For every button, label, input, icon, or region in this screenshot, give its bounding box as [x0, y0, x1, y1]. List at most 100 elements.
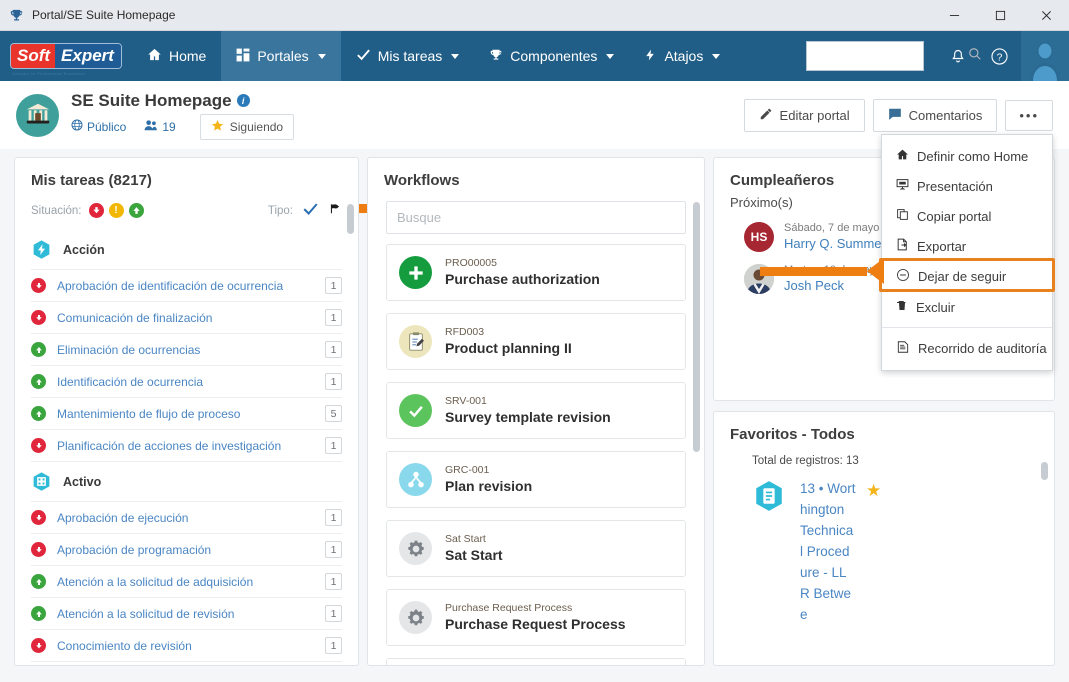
task-count: 1	[325, 637, 342, 654]
edit-portal-button[interactable]: Editar portal	[743, 98, 865, 132]
nav-item-portales[interactable]: Portales	[221, 31, 341, 81]
list-item[interactable]: PRO00005 Purchase authorization	[386, 244, 686, 301]
chevron-down-icon	[712, 53, 721, 59]
pencil-icon	[759, 107, 773, 124]
list-item[interactable]: REQ-001 Requeriment revision	[386, 658, 686, 665]
task-filters: Situación: ! Tipo:	[15, 195, 358, 230]
clipboard-pencil-icon	[399, 325, 432, 358]
workflow-search-input[interactable]	[397, 210, 675, 225]
menu-item-label: Exportar	[917, 238, 967, 254]
star-icon	[211, 119, 224, 135]
task-list: Acción Aprobación de identificación de o…	[15, 230, 358, 665]
help-icon[interactable]: ?	[978, 47, 1021, 66]
window-controls	[931, 0, 1069, 31]
menu-item-copiar-portal[interactable]: Copiar portal	[882, 201, 1052, 231]
workflow-name: Purchase authorization	[445, 270, 600, 287]
chevron-down-icon	[451, 53, 460, 59]
minimize-button[interactable]	[931, 0, 977, 31]
arrow-up-green-icon	[31, 574, 46, 589]
nav-item-atajos[interactable]: Atajos	[629, 31, 735, 81]
network-blue-icon	[399, 463, 432, 496]
task-label: Eliminación de ocurrencias	[57, 342, 201, 357]
following-label: Siguiendo	[229, 119, 284, 134]
table-row[interactable]: Atención a la solicitud de adquisición 1	[31, 565, 342, 597]
portal-members-count: 19	[162, 119, 176, 134]
list-item[interactable]: GRC-001 Plan revision	[386, 451, 686, 508]
flag-black-icon[interactable]	[328, 201, 342, 220]
menu-item-exportar[interactable]: Exportar	[882, 231, 1052, 261]
workflows-search-box[interactable]	[386, 201, 686, 234]
ellipsis-icon: •••	[1019, 107, 1039, 123]
close-button[interactable]	[1023, 0, 1069, 31]
gear-gray-icon	[399, 601, 432, 634]
info-icon[interactable]: i	[236, 94, 250, 107]
avatar	[744, 264, 774, 294]
table-row[interactable]: Atención a la solicitud de revisión 1	[31, 597, 342, 629]
task-count: 1	[325, 437, 342, 454]
list-item[interactable]: Purchase Request Process Purchase Reques…	[386, 589, 686, 646]
birthday-person-name[interactable]: Harry Q. Summers	[784, 236, 892, 252]
favoritos-scrollbar-thumb[interactable]	[1041, 462, 1048, 480]
list-item[interactable]: Sat Start Sat Start	[386, 520, 686, 577]
favorite-label[interactable]: 13 • Worthington Technical Procedure - L…	[800, 479, 856, 625]
menu-item-excluir[interactable]: Excluir	[882, 292, 1052, 322]
table-row[interactable]: Planificación de acciones de investigaci…	[31, 429, 342, 461]
nav-item-mis-tareas[interactable]: Mis tareas	[341, 31, 475, 81]
task-count: 1	[325, 341, 342, 358]
task-label: Atención a la solicitud de adquisición	[57, 574, 254, 589]
copy-icon	[896, 208, 909, 224]
menu-item-definir-como-home[interactable]: Definir como Home	[882, 141, 1052, 171]
check-green-icon	[399, 394, 432, 427]
arrow-up-green-icon	[31, 342, 46, 357]
table-row[interactable]: Identificación de ocurrencia 1	[31, 365, 342, 397]
user-avatar[interactable]	[1021, 31, 1069, 81]
tasks-scrollbar-thumb[interactable]	[347, 204, 354, 234]
task-group-label: Acción	[63, 242, 105, 257]
table-row[interactable]: Aprobación de programación 1	[31, 533, 342, 565]
workflow-id: Purchase Request Process	[445, 601, 573, 614]
portal-meta: Público 19 Siguiendo	[71, 113, 295, 140]
task-count: 1	[325, 573, 342, 590]
workflows-title: Workflows	[384, 172, 460, 189]
global-search-box[interactable]	[806, 41, 981, 71]
favoritos-total: Total de registros: 13	[752, 455, 859, 467]
arrow-up-green-icon[interactable]	[128, 203, 144, 218]
task-label: Identificación de ocurrencia	[57, 374, 204, 389]
trophy-icon	[9, 8, 24, 23]
table-row[interactable]: Aprobación de ejecución 1	[31, 501, 342, 533]
more-options-button[interactable]: •••	[1005, 99, 1053, 131]
nav-right-group: ?	[806, 31, 1069, 81]
portal-options-dropdown: Definir como Home Presentación Copiar po…	[879, 134, 1055, 371]
list-item[interactable]: 13 • Worthington Technical Procedure - L…	[714, 479, 1054, 625]
star-icon[interactable]: ★	[866, 482, 881, 499]
arrow-up-green-icon	[31, 406, 46, 421]
task-label: Planificación de acciones de investigaci…	[57, 438, 282, 453]
nav-item-componentes[interactable]: Componentes	[474, 31, 629, 81]
comments-button[interactable]: Comentarios	[872, 98, 998, 132]
menu-item-presentacion[interactable]: Presentación	[882, 171, 1052, 201]
nav-item-componentes-label: Componentes	[510, 48, 598, 64]
table-row[interactable]: Comunicación de finalización 1	[31, 301, 342, 333]
check-blue-icon[interactable]	[303, 202, 318, 220]
table-row[interactable]: Aprobación de identificación de ocurrenc…	[31, 269, 342, 301]
menu-item-recorrido-de-auditoria[interactable]: Recorrido de auditoría	[882, 333, 1052, 364]
menu-divider	[882, 327, 1052, 328]
menu-item-dejar-de-seguir[interactable]: Dejar de seguir	[882, 261, 1052, 292]
exclamation-yellow-icon[interactable]: !	[108, 203, 124, 218]
workflows-scrollbar-thumb[interactable]	[693, 202, 700, 452]
following-button[interactable]: Siguiendo	[199, 113, 295, 140]
birthday-person-name[interactable]: Josh Peck	[784, 278, 881, 294]
maximize-button[interactable]	[977, 0, 1023, 31]
arrow-down-red-icon[interactable]	[88, 203, 104, 218]
audit-icon	[896, 340, 910, 357]
bell-icon[interactable]	[938, 48, 978, 65]
table-row[interactable]: Mantenimiento de flujo de proceso 5	[31, 397, 342, 429]
nav-item-home[interactable]: Home	[132, 31, 221, 81]
workflow-id: GRC-001	[445, 463, 490, 476]
table-row[interactable]: Ejecución de inventario 3	[31, 661, 342, 665]
arrow-down-red-icon	[31, 638, 46, 653]
list-item[interactable]: RFD003 Product planning II	[386, 313, 686, 370]
table-row[interactable]: Conocimiento de revisión 1	[31, 629, 342, 661]
table-row[interactable]: Eliminación de ocurrencias 1	[31, 333, 342, 365]
list-item[interactable]: SRV-001 Survey template revision	[386, 382, 686, 439]
